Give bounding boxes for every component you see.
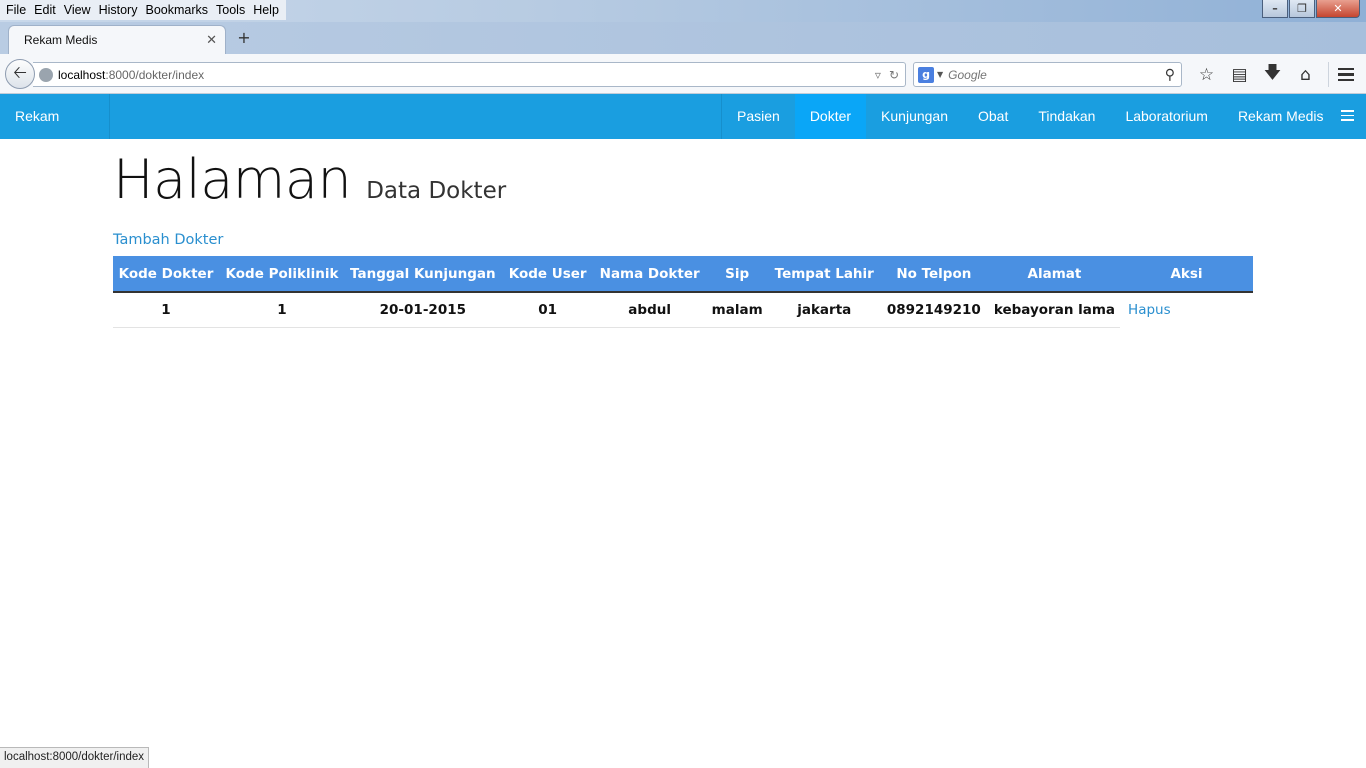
header-tempat-lahir: Tempat Lahir [769, 256, 879, 293]
tab-close-icon[interactable]: ✕ [206, 33, 217, 48]
table-header-row: Kode Dokter Kode Poliklinik Tanggal Kunj… [113, 256, 1253, 293]
back-arrow-icon: 🡠 [13, 62, 27, 83]
url-bar[interactable]: localhost:8000/dokter/index ▿ ↻ [33, 62, 906, 87]
nav-tindakan[interactable]: Tindakan [1023, 94, 1110, 139]
cell-tanggal-kunjungan: 20-01-2015 [345, 292, 501, 328]
reload-icon[interactable]: ↻ [889, 68, 899, 82]
page-container: Halaman Data Dokter Tambah Dokter Kode D… [113, 139, 1253, 328]
header-sip: Sip [704, 256, 770, 293]
minimize-icon[interactable]: – [1262, 0, 1288, 18]
page-header: Halaman Data Dokter [113, 151, 1253, 211]
url-path: :8000/dokter/index [105, 67, 205, 82]
nav-pasien[interactable]: Pasien [722, 94, 795, 139]
delete-link[interactable]: Hapus [1128, 302, 1171, 318]
back-button[interactable]: 🡠 [5, 59, 35, 89]
search-icon[interactable]: ⚲ [1165, 67, 1181, 83]
nav-laboratorium[interactable]: Laboratorium [1110, 94, 1223, 139]
header-alamat: Alamat [988, 256, 1121, 293]
new-tab-icon[interactable]: + [236, 29, 252, 47]
app-navbar: Rekam Medis Pasien Dokter Kunjungan Obat… [0, 94, 1366, 169]
cell-aksi: Hapus [1120, 292, 1253, 327]
nav-kunjungan[interactable]: Kunjungan [866, 94, 963, 139]
downloads-icon[interactable]: 🡇 [1256, 62, 1289, 87]
url-dropdown-icon[interactable]: ▿ [875, 68, 881, 82]
page-subtitle: Data Dokter [366, 178, 507, 204]
cell-sip: malam [704, 292, 770, 328]
cell-nama-dokter: abdul [594, 292, 705, 328]
search-engine-dropdown-icon[interactable]: ▼ [937, 70, 943, 79]
nav-links: Pasien Dokter Kunjungan Obat Tindakan La… [721, 94, 1339, 139]
browser-toolbar: localhost:8000/dokter/index ▿ ↻ 🡠 g ▼ ⚲ … [0, 54, 1366, 94]
tab-title: Rekam Medis [24, 33, 98, 47]
cell-tempat-lahir: jakarta [769, 292, 879, 328]
header-nama-dokter: Nama Dokter [594, 256, 705, 293]
nav-rekam-medis[interactable]: Rekam Medis [1223, 94, 1339, 139]
nav-obat[interactable]: Obat [963, 94, 1023, 139]
browser-menu-icon[interactable] [1328, 62, 1362, 87]
globe-icon [39, 67, 53, 82]
menu-file[interactable]: File [2, 0, 30, 20]
menu-history[interactable]: History [95, 0, 142, 20]
brand-link[interactable]: Rekam Medis [0, 94, 110, 169]
doctor-table: Kode Dokter Kode Poliklinik Tanggal Kunj… [113, 256, 1253, 328]
menu-bar: File Edit View History Bookmarks Tools H… [0, 0, 286, 20]
menu-tools[interactable]: Tools [212, 0, 249, 20]
search-input[interactable] [948, 67, 1165, 82]
header-kode-dokter: Kode Dokter [113, 256, 219, 293]
menu-help[interactable]: Help [249, 0, 283, 20]
bookmarks-list-icon[interactable]: ▤ [1223, 62, 1256, 87]
home-icon[interactable]: ⌂ [1289, 62, 1322, 87]
cell-no-telpon: 0892149210 [878, 292, 989, 328]
cell-kode-dokter: 1 [113, 292, 219, 328]
close-window-icon[interactable]: ✕ [1316, 0, 1360, 18]
url-text[interactable]: localhost:8000/dokter/index [58, 68, 875, 82]
search-bar[interactable]: g ▼ ⚲ [913, 62, 1182, 87]
status-bar: localhost:8000/dokter/index [0, 747, 150, 768]
add-doctor-link[interactable]: Tambah Dokter [113, 232, 223, 248]
nav-toggle-icon[interactable] [1341, 110, 1354, 121]
page-title: Halaman [113, 148, 352, 211]
browser-tab[interactable]: Rekam Medis ✕ [8, 25, 226, 54]
menu-edit[interactable]: Edit [30, 0, 60, 20]
maximize-icon[interactable]: ❐ [1289, 0, 1315, 18]
bookmark-star-icon[interactable]: ☆ [1190, 62, 1223, 87]
menu-view[interactable]: View [60, 0, 95, 20]
tab-strip: Rekam Medis ✕ + [0, 22, 1366, 54]
header-tanggal-kunjungan: Tanggal Kunjungan [345, 256, 501, 293]
google-icon[interactable]: g [918, 66, 934, 83]
cell-kode-poliklinik: 1 [219, 292, 345, 328]
table-row: 1 1 20-01-2015 01 abdul malam jakarta 08… [113, 292, 1253, 328]
menu-bookmarks[interactable]: Bookmarks [141, 0, 212, 20]
window-controls: – ❐ ✕ [1262, 0, 1360, 18]
header-kode-user: Kode User [500, 256, 595, 293]
cell-alamat: kebayoran lama [988, 292, 1121, 328]
header-no-telpon: No Telpon [878, 256, 989, 293]
url-host: localhost [58, 67, 106, 82]
cell-kode-user: 01 [500, 292, 595, 328]
header-aksi: Aksi [1120, 256, 1253, 293]
nav-dokter[interactable]: Dokter [794, 94, 867, 139]
header-kode-poliklinik: Kode Poliklinik [219, 256, 345, 293]
